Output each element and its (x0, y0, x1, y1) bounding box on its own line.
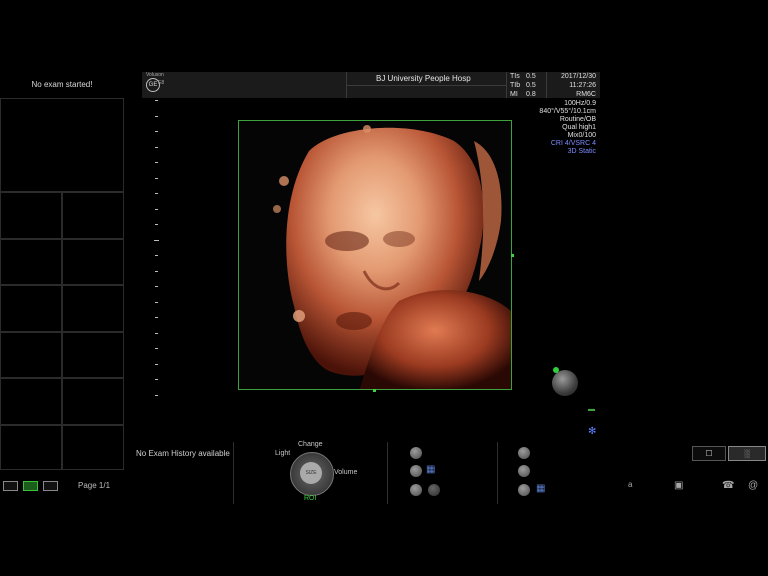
depth-tick (155, 131, 158, 132)
index-label: MI (510, 91, 518, 98)
depth-tick (155, 193, 158, 194)
measure-button[interactable]: ░ (728, 446, 766, 461)
control-button[interactable] (410, 447, 422, 459)
depth-tick (155, 255, 158, 256)
depth-tick (155, 162, 158, 163)
thumbnail-panel (0, 76, 124, 470)
hospital-name: BJ University People Hosp (376, 74, 471, 83)
control-button[interactable] (410, 484, 422, 496)
thumbnail-slot[interactable] (0, 378, 62, 425)
depth-tick (155, 394, 158, 396)
preset: Routine/OB (559, 116, 596, 123)
depth-tick (155, 177, 158, 179)
knob-label-roi: ROI (304, 495, 317, 502)
quality: Qual high1 (562, 124, 596, 131)
index-label: TIb (510, 82, 521, 89)
header-divider (346, 85, 506, 86)
grid-layout-icon[interactable] (23, 481, 38, 491)
knob-label-light: Light (275, 450, 291, 457)
control-button[interactable] (518, 465, 530, 477)
control-button[interactable] (518, 484, 530, 496)
depth-tick (155, 208, 158, 210)
depth-tick (155, 286, 158, 287)
fetal-render-image (239, 121, 511, 389)
at-icon[interactable]: @ (748, 480, 758, 491)
exam-date: 2017/12/30 (560, 73, 596, 80)
caps-indicator-icon: a (628, 480, 633, 489)
depth-tick (154, 239, 159, 241)
orientation-ball[interactable] (552, 370, 578, 396)
exam-history-status: No Exam History available (136, 449, 230, 458)
brand-label: Voluson (146, 72, 164, 78)
list-layout-icon[interactable] (43, 481, 58, 491)
mix: Mix0/100 (567, 132, 596, 139)
thumbnail-slot[interactable] (62, 192, 124, 239)
settings-icon[interactable]: ✻ (588, 426, 596, 437)
depth-tick (155, 332, 158, 334)
depth-tick (155, 100, 158, 101)
volume-geometry: 840°/V55°/10.1cm (539, 108, 596, 115)
depth-tick (155, 379, 158, 380)
brand-model: E8 (158, 80, 165, 86)
thumbnail-slot[interactable] (0, 192, 62, 239)
control-button-disabled[interactable] (428, 484, 440, 496)
thumbnail-slot[interactable] (0, 98, 124, 192)
thumbnail-slot[interactable] (62, 239, 124, 285)
depth-tick (155, 301, 158, 303)
depth-tick (155, 224, 158, 225)
phone-icon[interactable]: ☎ (722, 480, 734, 491)
thumbnail-slot[interactable] (62, 332, 124, 378)
exam-time: 11:27:26 (569, 82, 596, 89)
network-icon[interactable]: ▣ (674, 480, 683, 491)
roi-handle[interactable] (373, 389, 376, 392)
page-indicator: Page 1/1 (78, 481, 111, 490)
orientation-marker (553, 367, 559, 373)
3d-render-viewport[interactable] (238, 120, 512, 390)
roi-handle[interactable] (511, 254, 514, 257)
depth-tick (155, 115, 158, 117)
imaging-mode: 3D Static (567, 148, 596, 155)
depth-tick (155, 317, 158, 318)
knob-label-change: Change (298, 441, 323, 448)
index-label: TIs (510, 73, 520, 80)
index-value: 0.5 (526, 82, 536, 89)
thumbnail-slot[interactable] (0, 239, 62, 285)
probe-name: RM6C (576, 91, 596, 98)
knob-center[interactable]: SIZE (300, 462, 322, 484)
depth-tick (155, 363, 158, 365)
divider (497, 442, 498, 504)
header-divider (546, 72, 547, 98)
control-button[interactable] (518, 447, 530, 459)
control-button[interactable] (410, 465, 422, 477)
depth-tick (155, 348, 158, 349)
index-value: 0.5 (526, 73, 536, 80)
thumbnail-slot[interactable] (62, 425, 124, 470)
frame-rate: 100Hz/0.9 (564, 100, 596, 107)
index-value: 0.8 (526, 91, 536, 98)
thumbnail-slot[interactable] (0, 425, 62, 470)
thumbnail-slot[interactable] (0, 332, 62, 378)
depth-scale (152, 100, 162, 420)
thumbnail-slot[interactable] (62, 285, 124, 332)
divider (233, 442, 234, 504)
header-divider (506, 72, 507, 98)
cri-setting: CRI 4/VSRC 4 (550, 140, 596, 147)
save-icon[interactable]: ▦ (426, 464, 435, 475)
knob-label-volume: Volume (334, 469, 358, 476)
single-layout-icon[interactable] (3, 481, 18, 491)
render-direction-icon[interactable]: ▬ (588, 406, 595, 413)
report-button[interactable]: ☐ (692, 446, 726, 461)
depth-tick (155, 270, 158, 272)
save-icon[interactable]: ▦ (536, 483, 545, 494)
divider (387, 442, 388, 504)
thumbnail-slot[interactable] (62, 378, 124, 425)
depth-tick (155, 146, 158, 148)
thumbnail-slot[interactable] (0, 285, 62, 332)
